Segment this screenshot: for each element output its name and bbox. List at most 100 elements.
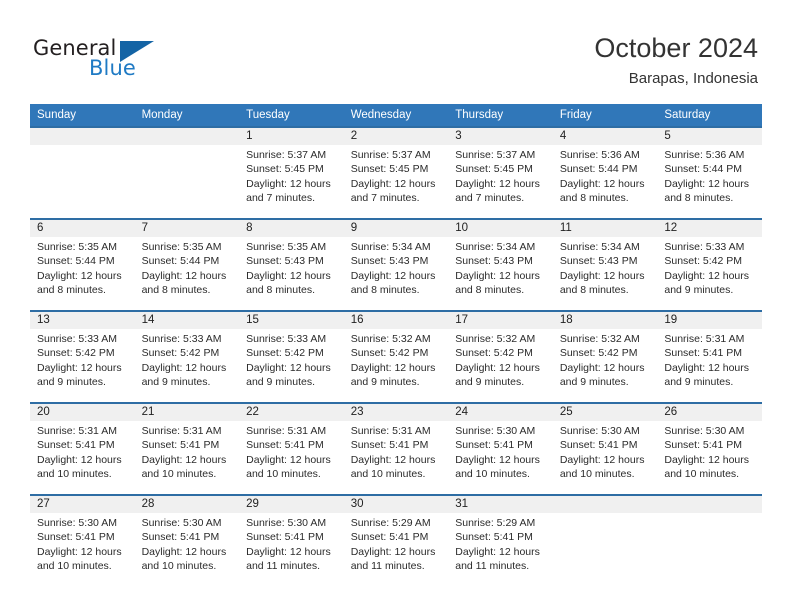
daylight-text: Daylight: 12 hours and 10 minutes.: [350, 453, 436, 480]
calendar-week-row: 27 Sunrise: 5:30 AM Sunset: 5:41 PM Dayl…: [30, 494, 762, 586]
day-cell[interactable]: 3 Sunrise: 5:37 AM Sunset: 5:45 PM Dayli…: [448, 126, 553, 219]
sunrise-text: Sunrise: 5:33 AM: [37, 333, 117, 345]
day-cell[interactable]: 28 Sunrise: 5:30 AM Sunset: 5:41 PM Dayl…: [134, 494, 240, 586]
day-cell[interactable]: 15 Sunrise: 5:33 AM Sunset: 5:42 PM Dayl…: [239, 310, 344, 403]
day-cell[interactable]: 21 Sunrise: 5:31 AM Sunset: 5:41 PM Dayl…: [134, 402, 240, 495]
day-number: 9: [343, 220, 449, 237]
day-number: 29: [239, 496, 344, 513]
sunrise-text: Sunrise: 5:34 AM: [455, 241, 536, 253]
day-number: 18: [552, 312, 658, 329]
day-cell[interactable]: [552, 494, 658, 586]
page-subtitle: Barapas, Indonesia: [628, 70, 758, 87]
day-number: [552, 496, 658, 513]
sunset-text: Sunset: 5:43 PM: [350, 255, 429, 268]
sunrise-text: Sunrise: 5:35 AM: [37, 241, 117, 253]
sunrise-text: Sunrise: 5:37 AM: [455, 149, 536, 161]
day-number: 2: [343, 128, 449, 145]
sunset-text: Sunset: 5:41 PM: [455, 439, 533, 452]
calendar-body: 1 Sunrise: 5:37 AM Sunset: 5:45 PM Dayli…: [30, 126, 762, 586]
sunrise-text: Sunrise: 5:30 AM: [141, 517, 222, 529]
day-cell[interactable]: 13 Sunrise: 5:33 AM Sunset: 5:42 PM Dayl…: [30, 310, 135, 403]
day-cell[interactable]: 29 Sunrise: 5:30 AM Sunset: 5:41 PM Dayl…: [239, 494, 344, 586]
sunrise-text: Sunrise: 5:31 AM: [37, 425, 117, 437]
title-block: October 2024 Barapas, Indonesia: [594, 32, 758, 90]
sunset-text: Sunset: 5:41 PM: [455, 531, 533, 544]
day-number: 6: [30, 220, 135, 237]
day-cell[interactable]: [134, 126, 240, 219]
day-cell[interactable]: 30 Sunrise: 5:29 AM Sunset: 5:41 PM Dayl…: [343, 494, 449, 586]
day-number: 13: [30, 312, 135, 329]
day-number: 30: [343, 496, 449, 513]
day-number: 27: [30, 496, 135, 513]
day-cell[interactable]: 22 Sunrise: 5:31 AM Sunset: 5:41 PM Dayl…: [239, 402, 344, 495]
daylight-text: Daylight: 12 hours and 11 minutes.: [350, 545, 436, 572]
sunrise-text: Sunrise: 5:33 AM: [246, 333, 327, 345]
day-cell[interactable]: 5 Sunrise: 5:36 AM Sunset: 5:44 PM Dayli…: [657, 126, 762, 219]
sunrise-text: Sunrise: 5:36 AM: [559, 149, 640, 161]
sunrise-text: Sunrise: 5:34 AM: [559, 241, 640, 253]
day-cell[interactable]: 27 Sunrise: 5:30 AM Sunset: 5:41 PM Dayl…: [30, 494, 135, 586]
daylight-text: Daylight: 12 hours and 8 minutes.: [559, 269, 645, 296]
day-number: 20: [30, 404, 135, 421]
day-number: [657, 496, 762, 513]
day-cell[interactable]: 8 Sunrise: 5:35 AM Sunset: 5:43 PM Dayli…: [239, 218, 344, 311]
weekday-header-wednesday: Wednesday: [343, 104, 449, 127]
day-cell[interactable]: 11 Sunrise: 5:34 AM Sunset: 5:43 PM Dayl…: [552, 218, 658, 311]
day-number: [134, 128, 240, 145]
sunrise-text: Sunrise: 5:31 AM: [350, 425, 431, 437]
day-cell[interactable]: 10 Sunrise: 5:34 AM Sunset: 5:43 PM Dayl…: [448, 218, 553, 311]
sunset-text: Sunset: 5:44 PM: [664, 163, 743, 176]
day-cell[interactable]: 19 Sunrise: 5:31 AM Sunset: 5:41 PM Dayl…: [657, 310, 762, 403]
page-title: October 2024: [594, 33, 758, 63]
day-cell[interactable]: 24 Sunrise: 5:30 AM Sunset: 5:41 PM Dayl…: [448, 402, 553, 495]
day-cell[interactable]: 6 Sunrise: 5:35 AM Sunset: 5:44 PM Dayli…: [30, 218, 135, 311]
day-number: 14: [134, 312, 240, 329]
sunset-text: Sunset: 5:44 PM: [559, 163, 638, 176]
general-blue-logo[interactable]: General Blue: [33, 36, 173, 82]
sunrise-text: Sunrise: 5:30 AM: [455, 425, 536, 437]
day-number: 19: [657, 312, 762, 329]
sunset-text: Sunset: 5:41 PM: [664, 347, 743, 360]
sunrise-text: Sunrise: 5:35 AM: [246, 241, 327, 253]
day-number: [30, 128, 135, 145]
day-number: 16: [343, 312, 449, 329]
day-cell[interactable]: 12 Sunrise: 5:33 AM Sunset: 5:42 PM Dayl…: [657, 218, 762, 311]
daylight-text: Daylight: 12 hours and 9 minutes.: [664, 269, 750, 296]
day-cell[interactable]: 26 Sunrise: 5:30 AM Sunset: 5:41 PM Dayl…: [657, 402, 762, 495]
day-cell[interactable]: 7 Sunrise: 5:35 AM Sunset: 5:44 PM Dayli…: [134, 218, 240, 311]
day-cell[interactable]: [30, 126, 135, 219]
day-cell[interactable]: 31 Sunrise: 5:29 AM Sunset: 5:41 PM Dayl…: [448, 494, 553, 586]
weekday-header-thursday: Thursday: [448, 104, 553, 127]
daylight-text: Daylight: 12 hours and 10 minutes.: [141, 453, 227, 480]
calendar-week-row: 20 Sunrise: 5:31 AM Sunset: 5:41 PM Dayl…: [30, 402, 762, 495]
day-cell[interactable]: 4 Sunrise: 5:36 AM Sunset: 5:44 PM Dayli…: [552, 126, 658, 219]
sunrise-text: Sunrise: 5:29 AM: [455, 517, 536, 529]
day-cell[interactable]: [657, 494, 762, 586]
daylight-text: Daylight: 12 hours and 8 minutes.: [141, 269, 227, 296]
sunset-text: Sunset: 5:42 PM: [37, 347, 115, 360]
day-cell[interactable]: 14 Sunrise: 5:33 AM Sunset: 5:42 PM Dayl…: [134, 310, 240, 403]
daylight-text: Daylight: 12 hours and 10 minutes.: [559, 453, 645, 480]
sunrise-text: Sunrise: 5:33 AM: [664, 241, 745, 253]
day-cell[interactable]: 9 Sunrise: 5:34 AM Sunset: 5:43 PM Dayli…: [343, 218, 449, 311]
sunrise-text: Sunrise: 5:37 AM: [246, 149, 327, 161]
weekday-header-sunday: Sunday: [30, 104, 135, 127]
day-cell[interactable]: 25 Sunrise: 5:30 AM Sunset: 5:41 PM Dayl…: [552, 402, 658, 495]
day-number: 5: [657, 128, 762, 145]
day-cell[interactable]: 18 Sunrise: 5:32 AM Sunset: 5:42 PM Dayl…: [552, 310, 658, 403]
sunset-text: Sunset: 5:43 PM: [455, 255, 533, 268]
day-cell[interactable]: 20 Sunrise: 5:31 AM Sunset: 5:41 PM Dayl…: [30, 402, 135, 495]
day-cell[interactable]: 1 Sunrise: 5:37 AM Sunset: 5:45 PM Dayli…: [239, 126, 344, 219]
daylight-text: Daylight: 12 hours and 10 minutes.: [664, 453, 750, 480]
day-cell[interactable]: 2 Sunrise: 5:37 AM Sunset: 5:45 PM Dayli…: [343, 126, 449, 219]
day-cell[interactable]: 17 Sunrise: 5:32 AM Sunset: 5:42 PM Dayl…: [448, 310, 553, 403]
day-cell[interactable]: 16 Sunrise: 5:32 AM Sunset: 5:42 PM Dayl…: [343, 310, 449, 403]
daylight-text: Daylight: 12 hours and 10 minutes.: [37, 453, 122, 480]
sunrise-text: Sunrise: 5:30 AM: [37, 517, 117, 529]
sunset-text: Sunset: 5:41 PM: [559, 439, 638, 452]
daylight-text: Daylight: 12 hours and 9 minutes.: [664, 361, 750, 388]
day-number: 22: [239, 404, 344, 421]
day-number: 4: [552, 128, 658, 145]
sunrise-text: Sunrise: 5:30 AM: [246, 517, 327, 529]
day-cell[interactable]: 23 Sunrise: 5:31 AM Sunset: 5:41 PM Dayl…: [343, 402, 449, 495]
